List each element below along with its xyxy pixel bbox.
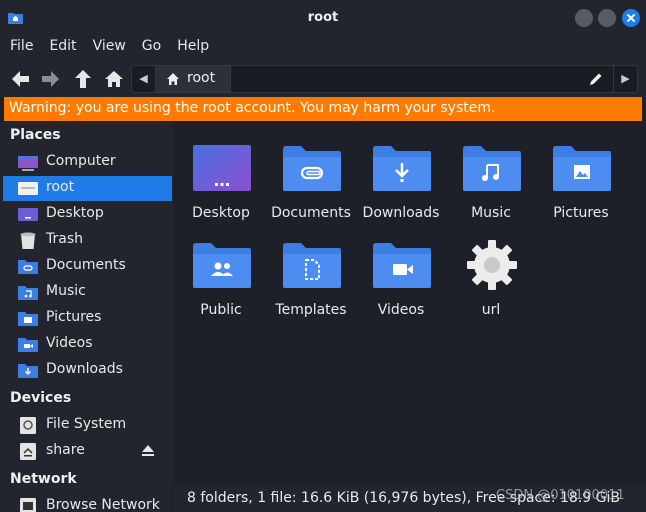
- home-icon: [105, 71, 123, 87]
- executable-gear-icon: [467, 240, 517, 290]
- breadcrumb-root[interactable]: root: [156, 66, 231, 92]
- pictures-folder-icon: [18, 312, 38, 326]
- sidebar-item-downloads[interactable]: Downloads: [3, 358, 172, 383]
- menu-view[interactable]: View: [85, 36, 134, 60]
- sidebar-item-label: File System: [46, 416, 127, 432]
- trash-icon: [20, 232, 36, 249]
- menu-help[interactable]: Help: [169, 36, 217, 60]
- sidebar-item-computer[interactable]: Computer: [3, 150, 172, 175]
- file-item-label: Pictures: [553, 205, 609, 221]
- eject-icon[interactable]: [141, 445, 155, 457]
- back-button[interactable]: [9, 68, 31, 90]
- up-button[interactable]: [72, 68, 94, 90]
- music-folder-icon: [463, 146, 521, 191]
- sidebar-item-music[interactable]: Music: [3, 280, 172, 305]
- arrow-left-icon: [12, 71, 29, 87]
- menu-go[interactable]: Go: [134, 36, 169, 60]
- devices-heading: Devices: [10, 390, 72, 406]
- home-icon: [167, 73, 179, 85]
- file-item-videos[interactable]: Videos: [356, 227, 446, 323]
- menu-bar: File Edit View Go Help: [0, 36, 646, 60]
- sidebar-item-pictures[interactable]: Pictures: [3, 306, 172, 331]
- maximize-button[interactable]: [598, 9, 616, 27]
- downloads-folder-icon: [373, 146, 431, 191]
- home-folder-icon: [18, 182, 38, 195]
- documents-folder-icon: [18, 260, 38, 274]
- sidebar-item-label: root: [46, 179, 75, 195]
- drive-icon: [20, 443, 36, 460]
- sidebar-item-file-system[interactable]: File System: [3, 413, 172, 438]
- root-warning-banner: Warning: you are using the root account.…: [4, 97, 642, 121]
- path-scroll-right-button[interactable]: ▶: [613, 66, 637, 92]
- file-item-pictures[interactable]: Pictures: [536, 130, 626, 226]
- sidebar-item-root[interactable]: root: [3, 176, 172, 201]
- sidebar-item-browse-network[interactable]: Browse Network: [3, 494, 172, 512]
- sidebar-item-label: Pictures: [46, 309, 102, 325]
- computer-icon: [18, 156, 38, 171]
- file-item-url[interactable]: url: [446, 227, 536, 323]
- minimize-button[interactable]: [575, 9, 593, 27]
- sidebar-item-desktop[interactable]: Desktop: [3, 202, 172, 227]
- pencil-icon[interactable]: [588, 71, 604, 87]
- sidebar-item-label: Desktop: [46, 205, 104, 221]
- sidebar-item-label: Music: [46, 283, 86, 299]
- sidebar-item-share[interactable]: share: [3, 439, 172, 464]
- menu-edit[interactable]: Edit: [41, 36, 84, 60]
- sidebar-item-label: Browse Network: [46, 497, 160, 512]
- window-title: root: [307, 10, 339, 25]
- videos-folder-icon: [18, 338, 38, 352]
- templates-folder-icon: [283, 243, 341, 288]
- watermark: CSDN @010100011: [496, 488, 625, 503]
- close-button[interactable]: [622, 9, 640, 27]
- drive-icon: [20, 417, 36, 434]
- network-heading: Network: [10, 471, 77, 487]
- menu-file[interactable]: File: [2, 36, 41, 60]
- file-item-documents[interactable]: Documents: [266, 130, 356, 226]
- file-item-label: url: [481, 302, 501, 318]
- public-folder-icon: [193, 243, 251, 288]
- places-heading: Places: [10, 127, 61, 143]
- sidebar-item-documents[interactable]: Documents: [3, 254, 172, 279]
- status-bar: 8 folders, 1 file: 16.6 KiB (16,976 byte…: [174, 484, 646, 512]
- pictures-folder-icon: [553, 146, 611, 191]
- sidebar-item-videos[interactable]: Videos: [3, 332, 172, 357]
- sidebar-item-trash[interactable]: Trash: [3, 228, 172, 253]
- file-view[interactable]: Desktop Documents Downloads Music Pictur…: [174, 122, 646, 484]
- videos-folder-icon: [373, 243, 431, 288]
- sidebar-item-label: Documents: [46, 257, 126, 273]
- file-item-public[interactable]: Public: [176, 227, 266, 323]
- file-item-downloads[interactable]: Downloads: [356, 130, 446, 226]
- sidebar: Places Computer root Desktop Trash Docum…: [0, 122, 173, 512]
- file-item-templates[interactable]: Templates: [266, 227, 356, 323]
- sidebar-item-label: Downloads: [46, 361, 123, 377]
- breadcrumb-label: root: [187, 70, 216, 86]
- downloads-folder-icon: [18, 364, 38, 378]
- file-item-desktop[interactable]: Desktop: [176, 130, 266, 226]
- file-item-music[interactable]: Music: [446, 130, 536, 226]
- sidebar-item-label: Trash: [46, 231, 83, 247]
- home-button[interactable]: [103, 68, 125, 90]
- path-scroll-left-button[interactable]: ◀: [132, 66, 156, 92]
- sidebar-item-label: share: [46, 442, 85, 458]
- network-icon: [20, 498, 36, 512]
- music-folder-icon: [18, 286, 38, 300]
- desktop-icon: [18, 208, 38, 221]
- documents-folder-icon: [283, 146, 341, 191]
- sidebar-item-label: Videos: [46, 335, 93, 351]
- path-bar: ◀ root ▶: [131, 65, 638, 93]
- sidebar-item-label: Computer: [46, 153, 116, 169]
- title-bar[interactable]: root: [0, 0, 646, 36]
- arrow-up-icon: [75, 70, 91, 88]
- arrow-right-icon: [42, 71, 59, 87]
- desktop-folder-icon: [193, 145, 251, 191]
- forward-button[interactable]: [40, 68, 62, 90]
